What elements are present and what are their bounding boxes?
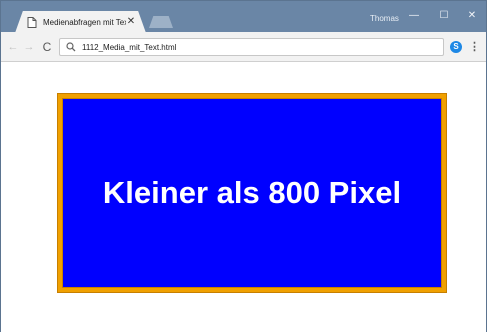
search-icon bbox=[66, 42, 76, 52]
browser-toolbar: ← → C 1112_Media_mit_Text.html S ⋮ bbox=[1, 32, 486, 62]
title-bar: Medienabfragen mit Text ✕ Thomas — ☐ ✕ bbox=[1, 1, 486, 33]
browser-window: Medienabfragen mit Text ✕ Thomas — ☐ ✕ ←… bbox=[0, 0, 487, 332]
maximize-icon[interactable]: ☐ bbox=[435, 7, 453, 25]
tab-title: Medienabfragen mit Text bbox=[43, 17, 126, 27]
extension-icon[interactable]: S bbox=[450, 41, 462, 53]
tab-active[interactable]: Medienabfragen mit Text ✕ bbox=[15, 11, 146, 33]
reload-icon[interactable]: C bbox=[40, 40, 54, 54]
back-arrow-icon[interactable]: ← bbox=[6, 40, 20, 54]
address-bar[interactable]: 1112_Media_mit_Text.html bbox=[59, 38, 444, 56]
minimize-icon[interactable]: — bbox=[405, 7, 423, 25]
address-url[interactable]: 1112_Media_mit_Text.html bbox=[82, 43, 176, 52]
page-icon bbox=[27, 16, 37, 28]
menu-icon[interactable]: ⋮ bbox=[469, 40, 480, 54]
forward-arrow-icon[interactable]: → bbox=[22, 40, 36, 54]
new-tab-button[interactable] bbox=[149, 16, 173, 28]
page-viewport: Kleiner als 800 Pixel bbox=[1, 63, 486, 332]
media-query-text: Kleiner als 800 Pixel bbox=[102, 175, 402, 210]
media-query-box: Kleiner als 800 Pixel bbox=[58, 94, 446, 292]
profile-name[interactable]: Thomas bbox=[370, 14, 399, 23]
tab-close-icon[interactable]: ✕ bbox=[126, 17, 136, 27]
close-window-icon[interactable]: ✕ bbox=[463, 7, 481, 25]
